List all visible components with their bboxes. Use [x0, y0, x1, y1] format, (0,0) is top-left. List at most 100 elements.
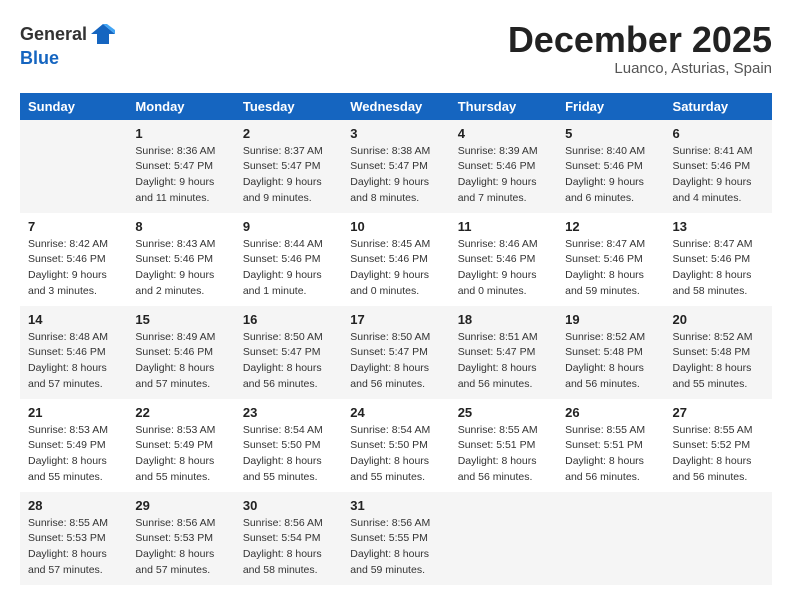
day-number: 5 — [565, 126, 656, 141]
calendar-cell: 2 Sunrise: 8:37 AM Sunset: 5:47 PM Daylig… — [235, 120, 342, 213]
calendar-cell: 12Sunrise: 8:47 AM Sunset: 5:46 PM Dayli… — [557, 213, 664, 306]
day-number: 28 — [28, 498, 119, 513]
day-info: Sunrise: 8:55 AM Sunset: 5:52 PM Dayligh… — [673, 423, 764, 486]
calendar-cell: 16Sunrise: 8:50 AM Sunset: 5:47 PM Dayli… — [235, 306, 342, 399]
calendar-cell: 10 Sunrise: 8:45 AM Sunset: 5:46 PM Dayli… — [342, 213, 449, 306]
day-info: Sunrise: 8:37 AM Sunset: 5:47 PM Dayligh… — [243, 144, 334, 207]
calendar-cell: 4 Sunrise: 8:39 AM Sunset: 5:46 PM Daylig… — [450, 120, 557, 213]
logo: General Blue — [20, 20, 117, 69]
day-number: 31 — [350, 498, 441, 513]
day-info: Sunrise: 8:38 AM Sunset: 5:47 PM Dayligh… — [350, 144, 441, 207]
calendar-cell: 27 Sunrise: 8:55 AM Sunset: 5:52 PM Dayli… — [665, 399, 772, 492]
day-header-sunday: Sunday — [20, 93, 127, 120]
day-info: Sunrise: 8:47 AM Sunset: 5:46 PM Dayligh… — [673, 237, 764, 300]
day-number: 23 — [243, 405, 334, 420]
day-header-saturday: Saturday — [665, 93, 772, 120]
calendar-cell: 3Sunrise: 8:38 AM Sunset: 5:47 PM Daylig… — [342, 120, 449, 213]
day-info: Sunrise: 8:41 AM Sunset: 5:46 PM Dayligh… — [673, 144, 764, 207]
day-info: Sunrise: 8:43 AM Sunset: 5:46 PM Dayligh… — [135, 237, 226, 300]
day-number: 22 — [135, 405, 226, 420]
calendar-cell: 31 Sunrise: 8:56 AM Sunset: 5:55 PM Dayli… — [342, 492, 449, 585]
calendar-cell — [450, 492, 557, 585]
day-number: 24 — [350, 405, 441, 420]
calendar-week-row: 7 Sunrise: 8:42 AM Sunset: 5:46 PM Daylig… — [20, 213, 772, 306]
calendar-cell: 19Sunrise: 8:52 AM Sunset: 5:48 PM Dayli… — [557, 306, 664, 399]
day-info: Sunrise: 8:44 AM Sunset: 5:46 PM Dayligh… — [243, 237, 334, 300]
month-title: December 2025 — [508, 20, 772, 60]
calendar-cell: 17 Sunrise: 8:50 AM Sunset: 5:47 PM Dayli… — [342, 306, 449, 399]
calendar-cell: 18 Sunrise: 8:51 AM Sunset: 5:47 PM Dayli… — [450, 306, 557, 399]
calendar-cell: 26 Sunrise: 8:55 AM Sunset: 5:51 PM Dayli… — [557, 399, 664, 492]
calendar-cell: 1Sunrise: 8:36 AM Sunset: 5:47 PM Daylig… — [127, 120, 234, 213]
calendar-cell: 15 Sunrise: 8:49 AM Sunset: 5:46 PM Dayli… — [127, 306, 234, 399]
day-info: Sunrise: 8:56 AM Sunset: 5:54 PM Dayligh… — [243, 516, 334, 579]
calendar-cell: 23Sunrise: 8:54 AM Sunset: 5:50 PM Dayli… — [235, 399, 342, 492]
day-info: Sunrise: 8:54 AM Sunset: 5:50 PM Dayligh… — [350, 423, 441, 486]
day-header-thursday: Thursday — [450, 93, 557, 120]
day-info: Sunrise: 8:52 AM Sunset: 5:48 PM Dayligh… — [673, 330, 764, 393]
day-header-monday: Monday — [127, 93, 234, 120]
day-number: 4 — [458, 126, 549, 141]
day-info: Sunrise: 8:51 AM Sunset: 5:47 PM Dayligh… — [458, 330, 549, 393]
calendar-cell: 9Sunrise: 8:44 AM Sunset: 5:46 PM Daylig… — [235, 213, 342, 306]
day-info: Sunrise: 8:47 AM Sunset: 5:46 PM Dayligh… — [565, 237, 656, 300]
day-info: Sunrise: 8:50 AM Sunset: 5:47 PM Dayligh… — [243, 330, 334, 393]
calendar-cell — [20, 120, 127, 213]
day-info: Sunrise: 8:42 AM Sunset: 5:46 PM Dayligh… — [28, 237, 119, 300]
calendar-cell: 22 Sunrise: 8:53 AM Sunset: 5:49 PM Dayli… — [127, 399, 234, 492]
day-info: Sunrise: 8:53 AM Sunset: 5:49 PM Dayligh… — [28, 423, 119, 486]
day-info: Sunrise: 8:45 AM Sunset: 5:46 PM Dayligh… — [350, 237, 441, 300]
day-info: Sunrise: 8:55 AM Sunset: 5:51 PM Dayligh… — [565, 423, 656, 486]
location-subtitle: Luanco, Asturias, Spain — [508, 60, 772, 77]
calendar-table: SundayMondayTuesdayWednesdayThursdayFrid… — [20, 93, 772, 585]
day-info: Sunrise: 8:46 AM Sunset: 5:46 PM Dayligh… — [458, 237, 549, 300]
day-info: Sunrise: 8:52 AM Sunset: 5:48 PM Dayligh… — [565, 330, 656, 393]
day-number: 25 — [458, 405, 549, 420]
day-number: 6 — [673, 126, 764, 141]
day-info: Sunrise: 8:49 AM Sunset: 5:46 PM Dayligh… — [135, 330, 226, 393]
calendar-week-row: 21 Sunrise: 8:53 AM Sunset: 5:49 PM Dayli… — [20, 399, 772, 492]
calendar-cell: 11 Sunrise: 8:46 AM Sunset: 5:46 PM Dayli… — [450, 213, 557, 306]
logo-general-text: General — [20, 24, 87, 45]
calendar-cell — [665, 492, 772, 585]
calendar-cell: 14Sunrise: 8:48 AM Sunset: 5:46 PM Dayli… — [20, 306, 127, 399]
calendar-cell: 8 Sunrise: 8:43 AM Sunset: 5:46 PM Daylig… — [127, 213, 234, 306]
day-info: Sunrise: 8:56 AM Sunset: 5:53 PM Dayligh… — [135, 516, 226, 579]
day-info: Sunrise: 8:40 AM Sunset: 5:46 PM Dayligh… — [565, 144, 656, 207]
day-info: Sunrise: 8:55 AM Sunset: 5:51 PM Dayligh… — [458, 423, 549, 486]
day-number: 8 — [135, 219, 226, 234]
day-number: 21 — [28, 405, 119, 420]
calendar-cell: 20 Sunrise: 8:52 AM Sunset: 5:48 PM Dayli… — [665, 306, 772, 399]
calendar-cell: 30Sunrise: 8:56 AM Sunset: 5:54 PM Dayli… — [235, 492, 342, 585]
day-number: 7 — [28, 219, 119, 234]
day-number: 10 — [350, 219, 441, 234]
calendar-week-row: 28Sunrise: 8:55 AM Sunset: 5:53 PM Dayli… — [20, 492, 772, 585]
day-number: 18 — [458, 312, 549, 327]
calendar-cell: 21 Sunrise: 8:53 AM Sunset: 5:49 PM Dayli… — [20, 399, 127, 492]
calendar-cell — [557, 492, 664, 585]
calendar-cell: 29Sunrise: 8:56 AM Sunset: 5:53 PM Dayli… — [127, 492, 234, 585]
day-number: 17 — [350, 312, 441, 327]
calendar-week-row: 1Sunrise: 8:36 AM Sunset: 5:47 PM Daylig… — [20, 120, 772, 213]
day-header-wednesday: Wednesday — [342, 93, 449, 120]
day-number: 27 — [673, 405, 764, 420]
logo-blue-text: Blue — [20, 48, 59, 69]
day-info: Sunrise: 8:39 AM Sunset: 5:46 PM Dayligh… — [458, 144, 549, 207]
day-number: 11 — [458, 219, 549, 234]
day-number: 15 — [135, 312, 226, 327]
day-info: Sunrise: 8:48 AM Sunset: 5:46 PM Dayligh… — [28, 330, 119, 393]
day-info: Sunrise: 8:56 AM Sunset: 5:55 PM Dayligh… — [350, 516, 441, 579]
day-info: Sunrise: 8:50 AM Sunset: 5:47 PM Dayligh… — [350, 330, 441, 393]
day-number: 20 — [673, 312, 764, 327]
day-info: Sunrise: 8:53 AM Sunset: 5:49 PM Dayligh… — [135, 423, 226, 486]
logo-icon — [89, 20, 117, 48]
calendar-cell: 6 Sunrise: 8:41 AM Sunset: 5:46 PM Daylig… — [665, 120, 772, 213]
day-number: 2 — [243, 126, 334, 141]
calendar-cell: 28Sunrise: 8:55 AM Sunset: 5:53 PM Dayli… — [20, 492, 127, 585]
title-block: December 2025 Luanco, Asturias, Spain — [508, 20, 772, 77]
calendar-cell: 24 Sunrise: 8:54 AM Sunset: 5:50 PM Dayli… — [342, 399, 449, 492]
day-number: 13 — [673, 219, 764, 234]
day-number: 26 — [565, 405, 656, 420]
calendar-cell: 13 Sunrise: 8:47 AM Sunset: 5:46 PM Dayli… — [665, 213, 772, 306]
calendar-cell: 25 Sunrise: 8:55 AM Sunset: 5:51 PM Dayli… — [450, 399, 557, 492]
